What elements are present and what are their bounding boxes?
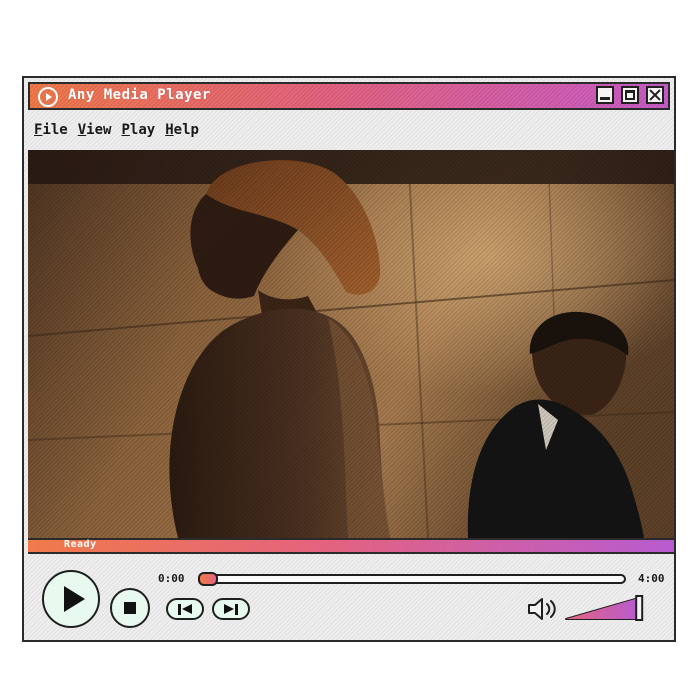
previous-button[interactable] <box>166 598 204 620</box>
status-bar: Ready <box>28 538 674 554</box>
menu-bar: File View Play Help <box>34 122 199 144</box>
menu-view[interactable]: View <box>78 122 112 144</box>
volume-slider[interactable] <box>564 594 650 622</box>
next-button[interactable] <box>212 598 250 620</box>
play-button[interactable] <box>42 570 100 628</box>
volume-button[interactable] <box>526 596 560 622</box>
menu-file[interactable]: File <box>34 122 68 144</box>
maximize-button[interactable] <box>621 86 639 104</box>
video-frame <box>28 150 674 538</box>
stop-button[interactable] <box>110 588 150 628</box>
play-circle-icon <box>38 87 58 107</box>
seek-bar[interactable] <box>198 572 626 586</box>
volume-level-graphic <box>565 595 644 621</box>
current-time: 0:00 <box>158 572 185 585</box>
status-text: Ready <box>64 539 97 550</box>
menu-play[interactable]: Play <box>121 122 155 144</box>
minimize-button[interactable] <box>596 86 614 104</box>
seek-handle[interactable] <box>198 572 218 586</box>
menu-help[interactable]: Help <box>165 122 199 144</box>
speaker-icon <box>528 598 556 620</box>
video-display[interactable] <box>28 150 674 538</box>
close-button[interactable] <box>646 86 664 104</box>
title-bar[interactable]: Any Media Player <box>28 82 670 110</box>
media-player-window: Any Media Player File View Play Help Rea… <box>22 76 676 642</box>
total-time: 4:00 <box>638 572 665 585</box>
window-title: Any Media Player <box>68 87 211 103</box>
